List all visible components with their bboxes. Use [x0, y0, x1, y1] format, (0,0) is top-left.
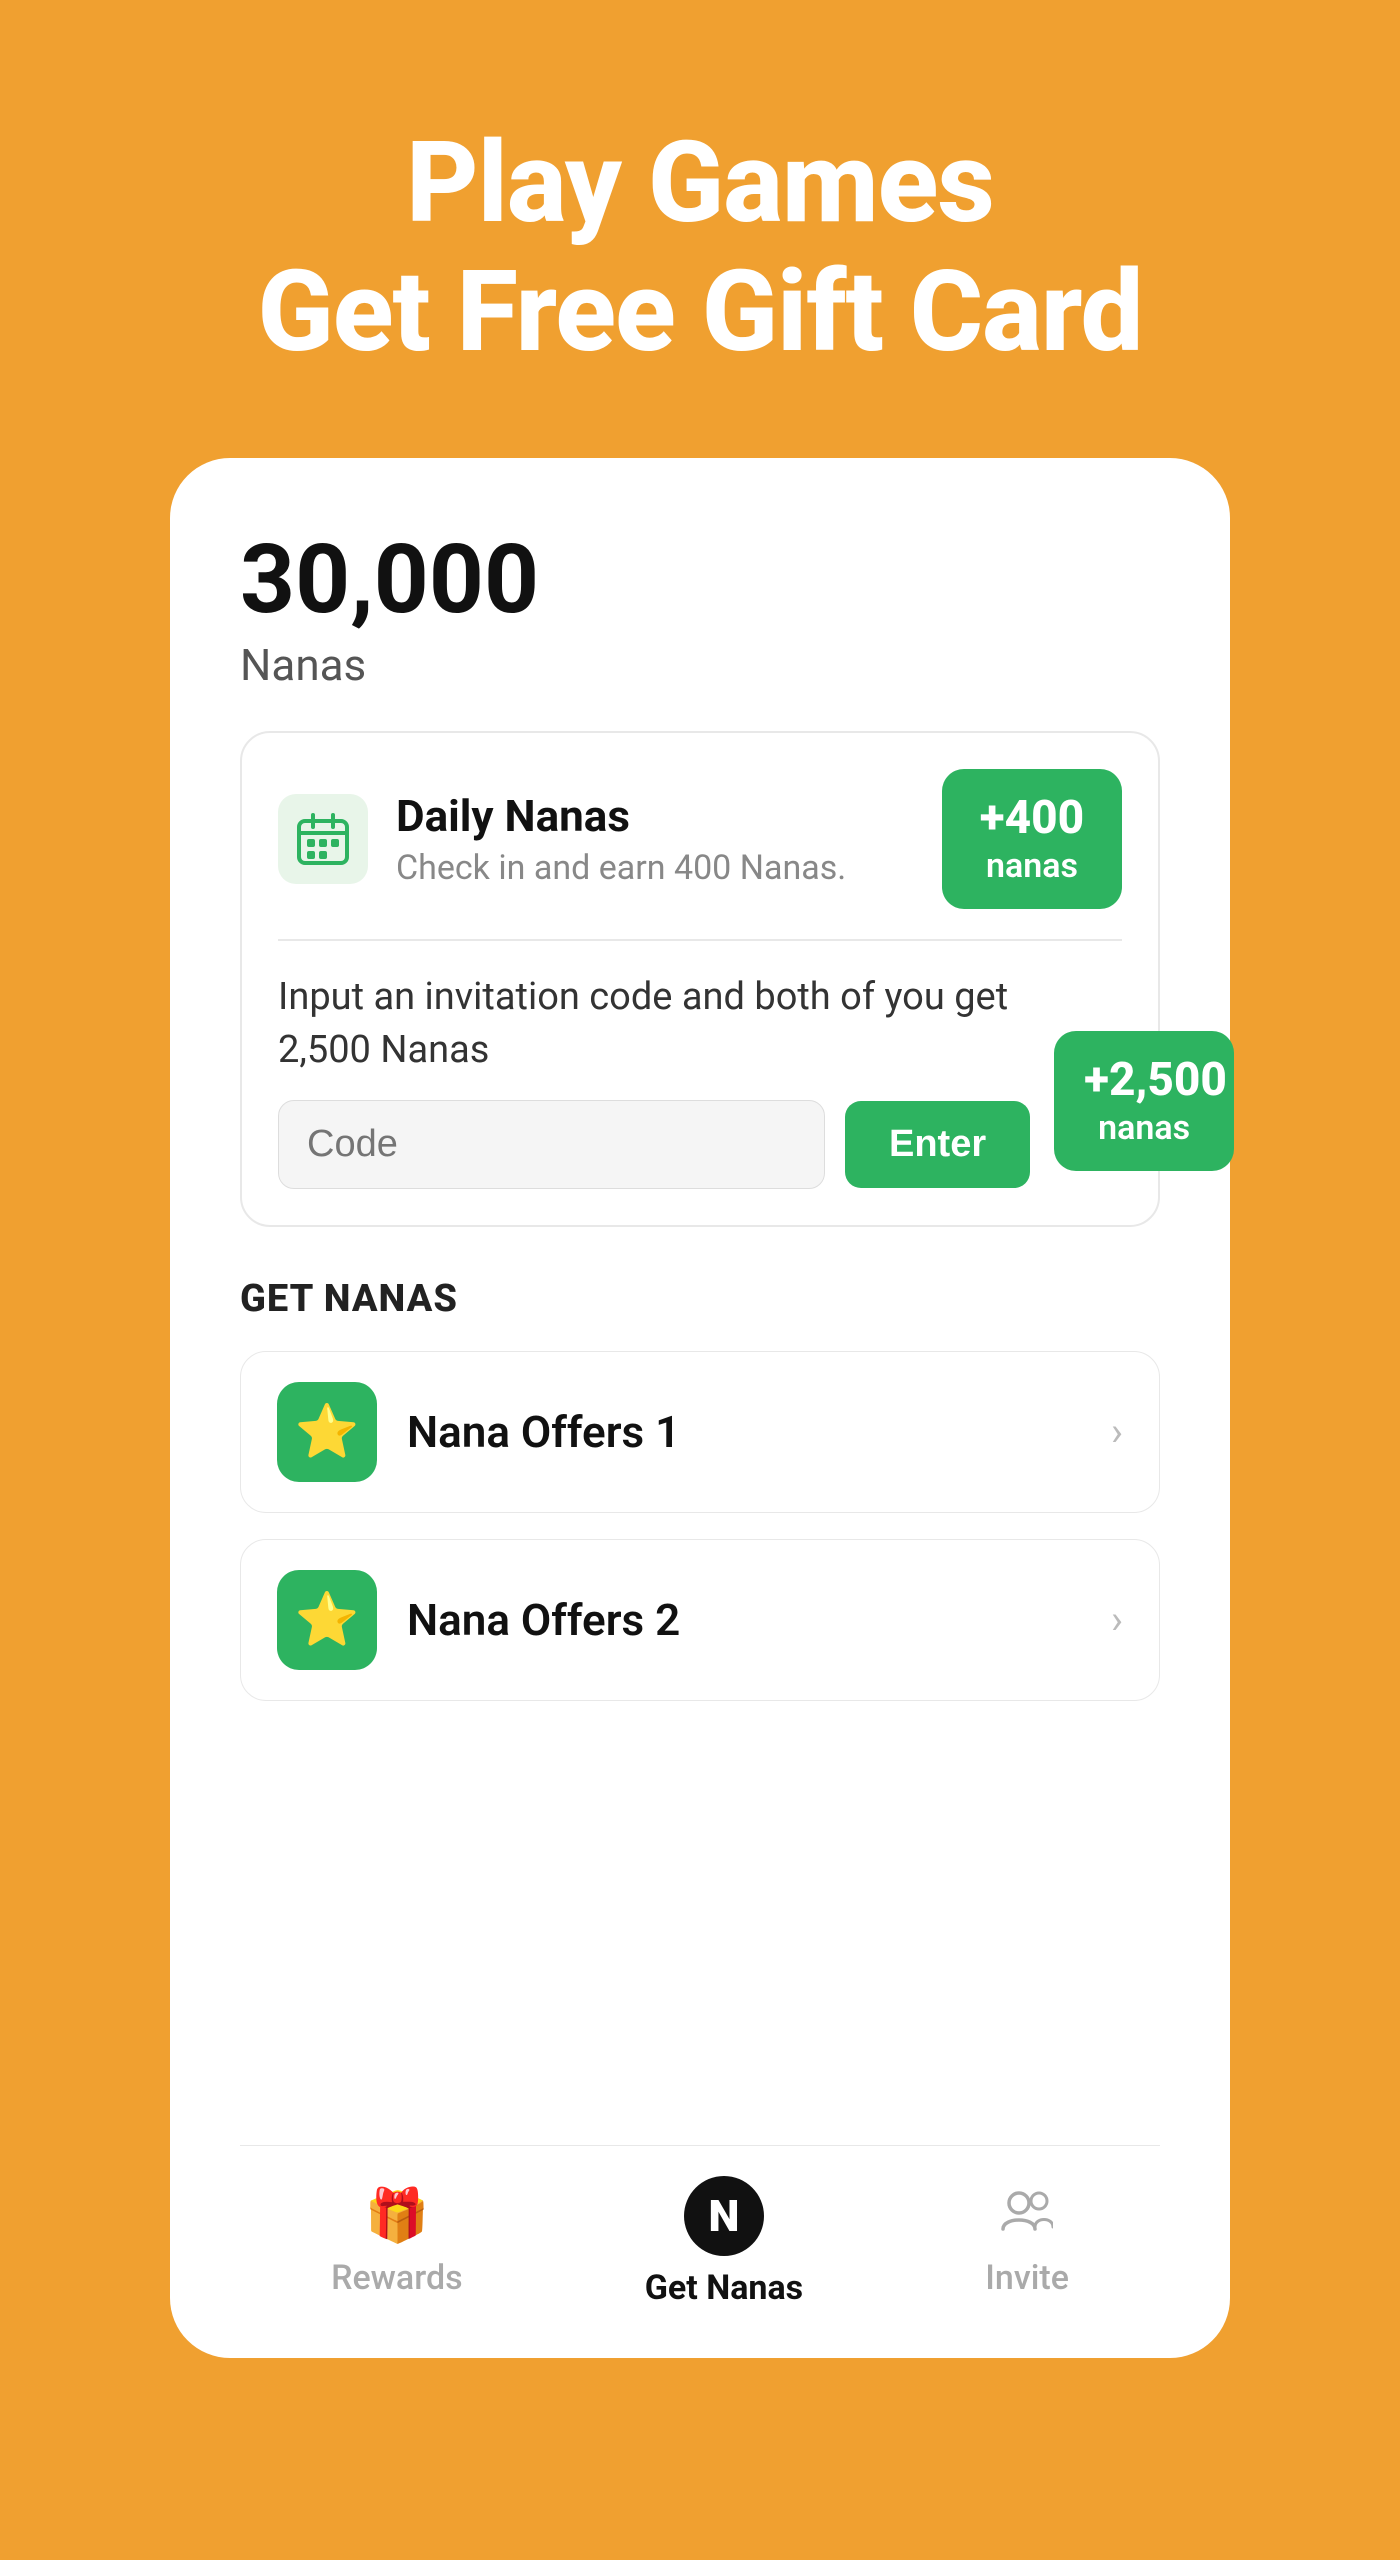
enter-button[interactable]: Enter — [845, 1101, 1030, 1188]
offer-name-1: Nana Offers 1 — [407, 1406, 680, 1458]
earn-card: Daily Nanas Check in and earn 400 Nanas.… — [240, 731, 1160, 1226]
daily-nanas-title: Daily Nanas — [396, 790, 846, 842]
chevron-icon-2: › — [1111, 1596, 1123, 1643]
nav-item-invite[interactable]: Invite — [985, 2185, 1069, 2298]
bottom-nav: 🎁 Rewards N Get Nanas Invite — [240, 2145, 1160, 2358]
invite-text: Input an invitation code and both of you… — [278, 971, 1030, 1077]
rewards-icon: 🎁 — [364, 2185, 429, 2246]
hero-section: Play Games Get Free Gift Card — [257, 0, 1142, 458]
balance-amount: 30,000 — [240, 528, 1160, 634]
divider — [278, 939, 1122, 941]
nav-item-rewards[interactable]: 🎁 Rewards — [331, 2185, 463, 2298]
daily-nanas-subtitle: Check in and earn 400 Nanas. — [396, 848, 846, 888]
get-nanas-section: GET NANAS ⭐ Nana Offers 1 › ⭐ Nana Offer… — [240, 1277, 1160, 1727]
offer-icon-1: ⭐ — [277, 1382, 377, 1482]
hero-title: Play Games Get Free Gift Card — [257, 120, 1142, 378]
section-title: GET NANAS — [240, 1277, 1160, 1321]
daily-nanas-row: Daily Nanas Check in and earn 400 Nanas.… — [278, 769, 1122, 909]
balance-section: 30,000 Nanas — [240, 528, 1160, 732]
invitation-section: Input an invitation code and both of you… — [278, 971, 1122, 1188]
calendar-icon — [278, 794, 368, 884]
offer-item-2[interactable]: ⭐ Nana Offers 2 › — [240, 1539, 1160, 1701]
invitation-badge[interactable]: +2,500 nanas — [1054, 1031, 1234, 1171]
daily-nanas-badge[interactable]: +400 nanas — [942, 769, 1122, 909]
nav-item-get-nanas[interactable]: N Get Nanas — [645, 2176, 803, 2308]
nav-label-rewards: Rewards — [331, 2258, 463, 2298]
nav-label-invite: Invite — [985, 2258, 1069, 2298]
offer-item-1[interactable]: ⭐ Nana Offers 1 › — [240, 1351, 1160, 1513]
code-input[interactable] — [278, 1100, 825, 1189]
balance-label: Nanas — [240, 639, 1160, 691]
chevron-icon-1: › — [1111, 1408, 1123, 1455]
get-nanas-icon: N — [684, 2176, 764, 2256]
invite-row: Enter — [278, 1100, 1030, 1189]
offer-name-2: Nana Offers 2 — [407, 1594, 680, 1646]
invite-icon — [1001, 2185, 1053, 2246]
nav-label-get-nanas: Get Nanas — [645, 2268, 803, 2308]
offer-icon-2: ⭐ — [277, 1570, 377, 1670]
phone-card: 30,000 Nanas — [170, 458, 1230, 2358]
